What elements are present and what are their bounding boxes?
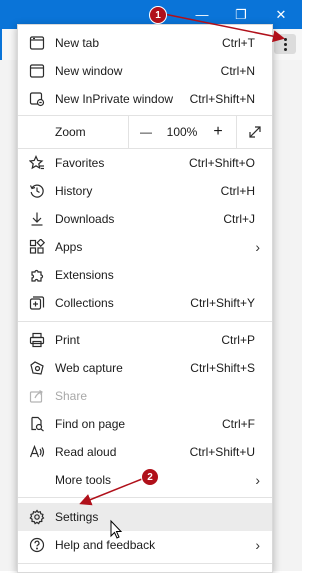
menu-item-shortcut: Ctrl+P <box>221 333 255 347</box>
settings-and-more-menu: New tab Ctrl+T New window Ctrl+N New InP… <box>17 24 273 573</box>
plus-icon: + <box>213 123 223 140</box>
menu-item-shortcut: Ctrl+Shift+Y <box>190 296 255 310</box>
menu-item-find-on-page[interactable]: Find on page Ctrl+F <box>18 410 272 438</box>
gear-icon <box>29 509 45 525</box>
menu-item-settings[interactable]: Settings <box>18 503 272 531</box>
inprivate-icon <box>29 91 45 107</box>
collections-icon <box>29 295 45 311</box>
menu-item-shortcut: Ctrl+H <box>220 184 255 198</box>
close-icon: ✕ <box>275 6 287 22</box>
menu-item-label: Extensions <box>55 268 114 282</box>
menu-item-label: Collections <box>55 296 114 310</box>
menu-item-history[interactable]: History Ctrl+H <box>18 177 272 205</box>
menu-item-label: History <box>55 184 93 198</box>
menu-item-help-and-feedback[interactable]: Help and feedback › <box>18 531 272 559</box>
menu-item-favorites[interactable]: Favorites Ctrl+Shift+O <box>18 149 272 177</box>
menu-item-read-aloud[interactable]: Read aloud Ctrl+Shift+U <box>18 438 272 466</box>
menu-item-shortcut: Ctrl+T <box>222 36 255 50</box>
print-icon <box>29 332 45 348</box>
menu-item-label: New InPrivate window <box>55 92 174 106</box>
callout-badge-1: 1 <box>149 6 167 24</box>
menu-item-shortcut: Ctrl+F <box>222 417 255 431</box>
web-capture-icon <box>29 360 45 376</box>
restore-icon: ❐ <box>235 6 247 22</box>
chevron-right-icon: › <box>255 472 260 488</box>
menu-separator <box>18 497 272 498</box>
menu-item-label: Settings <box>55 510 99 524</box>
menu-item-label: New tab <box>55 36 100 50</box>
toolbar-edge <box>0 29 2 60</box>
menu-item-shortcut: Ctrl+J <box>223 212 255 226</box>
menu-item-shortcut: Ctrl+N <box>220 64 255 78</box>
full-screen-icon <box>249 126 261 138</box>
callout-badge-2: 2 <box>141 468 159 486</box>
menu-item-share: Share <box>18 382 272 410</box>
menu-item-label: Web capture <box>55 361 123 375</box>
menu-item-new-inprivate-window[interactable]: New InPrivate window Ctrl+Shift+N <box>18 85 272 113</box>
menu-item-new-window[interactable]: New window Ctrl+N <box>18 57 272 85</box>
zoom-row: Zoom — 100% + <box>18 116 272 148</box>
minus-icon: — <box>140 125 152 139</box>
menu-item-label: Read aloud <box>55 445 117 459</box>
zoom-value: 100% <box>166 125 198 139</box>
settings-and-more-button[interactable] <box>274 34 296 54</box>
extensions-icon <box>29 267 45 283</box>
menu-item-label: Print <box>55 333 80 347</box>
callout-number: 2 <box>147 471 153 483</box>
history-icon <box>29 183 45 199</box>
more-dots-icon <box>283 37 287 52</box>
minimize-icon: — <box>195 7 209 22</box>
menu-item-shortcut: Ctrl+Shift+U <box>189 445 255 459</box>
zoom-in-button[interactable]: + <box>202 116 234 148</box>
menu-item-apps[interactable]: Apps › <box>18 233 272 261</box>
chevron-right-icon: › <box>255 239 260 255</box>
zoom-label: Zoom <box>55 125 86 139</box>
apps-icon <box>29 239 45 255</box>
read-aloud-icon <box>29 444 45 460</box>
menu-item-extensions[interactable]: Extensions <box>18 261 272 289</box>
download-icon <box>29 211 45 227</box>
menu-separator <box>18 321 272 322</box>
menu-item-label: Favorites <box>55 156 105 170</box>
new-tab-icon <box>29 35 45 51</box>
menu-item-shortcut: Ctrl+Shift+O <box>188 156 255 170</box>
menu-item-collections[interactable]: Collections Ctrl+Shift+Y <box>18 289 272 317</box>
menu-item-label: Find on page <box>55 417 126 431</box>
find-icon <box>29 416 45 432</box>
menu-item-downloads[interactable]: Downloads Ctrl+J <box>18 205 272 233</box>
callout-number: 1 <box>155 9 161 21</box>
chevron-right-icon: › <box>255 537 260 553</box>
menu-item-label: Share <box>55 389 88 403</box>
zoom-level: 100% <box>162 116 202 148</box>
menu-item-new-tab[interactable]: New tab Ctrl+T <box>18 29 272 57</box>
menu-item-label: Downloads <box>55 212 115 226</box>
share-icon <box>29 388 45 404</box>
menu-item-shortcut: Ctrl+Shift+N <box>189 92 255 106</box>
menu-item-shortcut: Ctrl+Shift+S <box>190 361 255 375</box>
menu-item-web-capture[interactable]: Web capture Ctrl+Shift+S <box>18 354 272 382</box>
menu-item-label: Apps <box>55 240 83 254</box>
menu-separator <box>18 563 272 564</box>
zoom-out-button[interactable]: — <box>128 116 163 148</box>
full-screen-button[interactable] <box>236 116 273 148</box>
menu-item-print[interactable]: Print Ctrl+P <box>18 326 272 354</box>
favorites-icon <box>29 155 45 171</box>
menu-item-label: New window <box>55 64 123 78</box>
menu-item-label: More tools <box>55 473 112 487</box>
help-icon <box>29 537 45 553</box>
menu-item-label: Help and feedback <box>55 538 156 552</box>
new-window-icon <box>29 63 45 79</box>
